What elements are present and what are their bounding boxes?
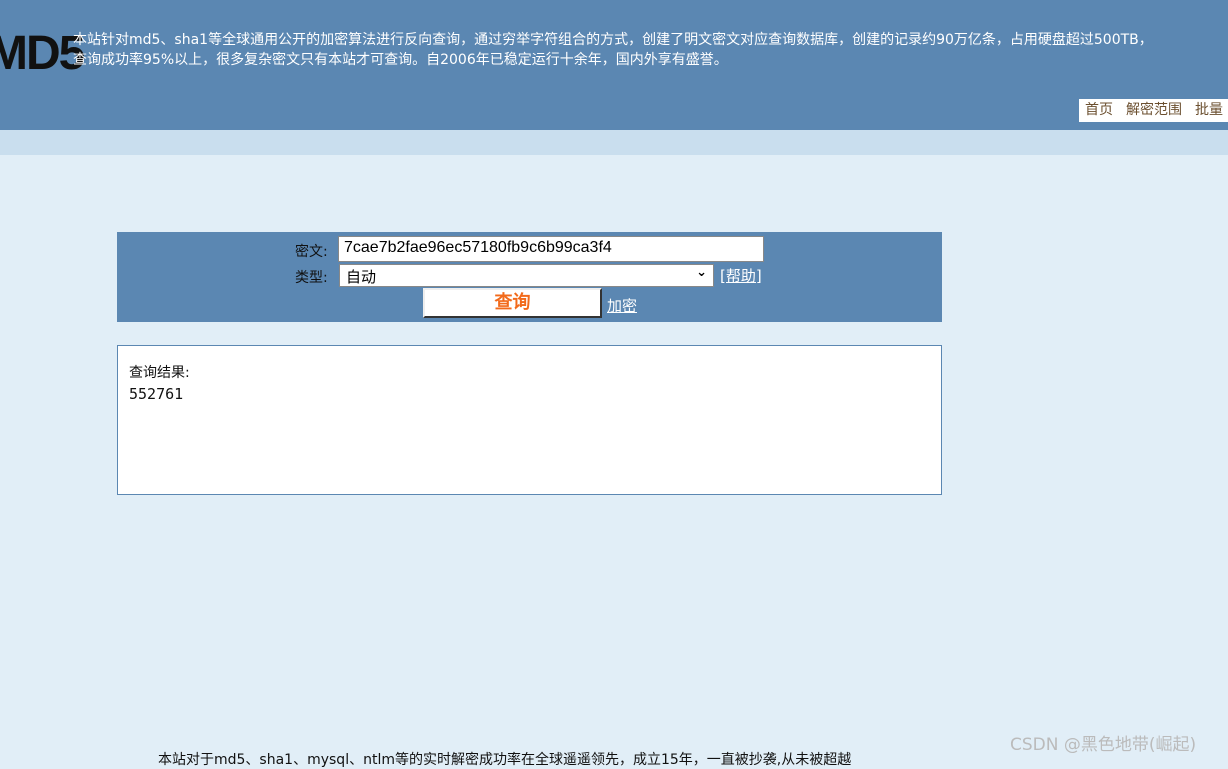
header: MD5 本站针对md5、sha1等全球通用公开的加密算法进行反向查询，通过穷举字… [0,0,1228,130]
logo: MD5 [0,27,85,80]
site-intro: 本站针对md5、sha1等全球通用公开的加密算法进行反向查询，通过穷举字符组合的… [73,32,1153,68]
footer-text: 本站对于md5、sha1、mysql、ntlm等的实时解密成功率在全球遥遥领先，… [158,752,852,768]
help-text[interactable]: [帮助] [720,267,762,285]
nav-batch[interactable]: 批量 [1195,99,1223,122]
nav-home[interactable]: 首页 [1085,99,1113,122]
result-title: 查询结果: [129,365,190,381]
top-nav: 首页 解密范围 批量 [1079,99,1228,122]
type-select[interactable]: 自动 ⌄ [339,264,714,287]
nav-range[interactable]: 解密范围 [1126,99,1182,122]
encrypt-link[interactable]: 加密 [607,295,637,316]
watermark: CSDN @黑色地带(崛起) [1010,735,1197,755]
result-value: 552761 [129,385,184,403]
header-strip [0,130,1228,155]
query-form: 密文: 7cae7b2fae96ec57180fb9c6b99ca3f4 类型:… [117,232,942,322]
result-box: 查询结果: 552761 [117,345,942,495]
type-value: 自动 [346,268,377,286]
chevron-down-icon: ⌄ [696,265,707,280]
type-label: 类型: [295,270,328,286]
cipher-label: 密文: [295,244,328,260]
help-link[interactable]: [帮助] [720,265,762,286]
cipher-input[interactable]: 7cae7b2fae96ec57180fb9c6b99ca3f4 [338,236,764,262]
query-button[interactable]: 查询 [423,288,602,318]
